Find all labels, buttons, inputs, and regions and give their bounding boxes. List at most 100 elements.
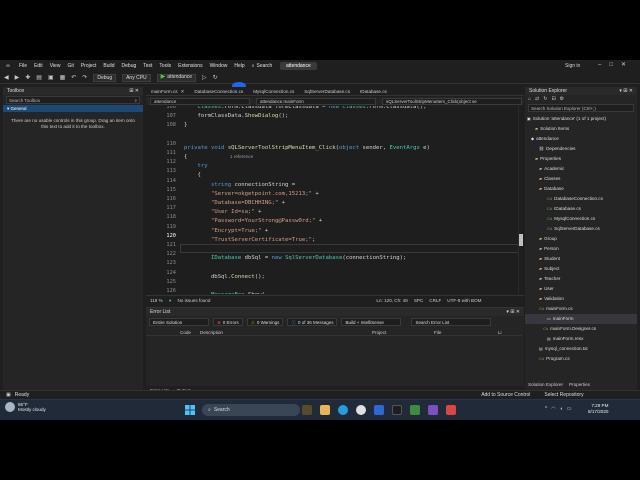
code-line[interactable]: string connectionString =: [184, 182, 295, 188]
windows-start-icon[interactable]: [185, 405, 195, 415]
tree-item[interactable]: ▰ Teacher: [525, 274, 637, 284]
menu-edit[interactable]: Edit: [34, 63, 43, 69]
save-icon[interactable]: ▣: [48, 74, 54, 81]
start-debug-button[interactable]: ▶ attendance: [156, 73, 197, 82]
chevron-up-icon[interactable]: ^: [545, 406, 547, 412]
clock[interactable]: 7:29 PM 8/17/2020: [588, 403, 608, 415]
wifi-icon[interactable]: ◠: [551, 406, 555, 412]
file-explorer-icon[interactable]: [320, 405, 330, 415]
volume-icon[interactable]: ◖: [560, 406, 563, 412]
code-line[interactable]: {: [184, 154, 187, 160]
tree-item[interactable]: C# IDatabase.cs: [525, 204, 637, 214]
configuration-dropdown[interactable]: Debug: [93, 73, 117, 82]
maximize-icon[interactable]: □: [609, 62, 613, 68]
tree-item[interactable]: ▰ Subject: [525, 264, 637, 274]
codelens-reference[interactable]: 1 reference: [230, 154, 253, 159]
menu-window[interactable]: Window: [210, 63, 228, 69]
error-list-search-input[interactable]: Search Error List: [411, 318, 492, 326]
tree-item[interactable]: ▰ Academic: [525, 164, 637, 174]
menu-view[interactable]: View: [50, 63, 61, 69]
code-line[interactable]: "Password=YourStrong@Passw0rd;" +: [184, 218, 322, 224]
widgets-icon[interactable]: [302, 405, 312, 415]
code-line[interactable]: "Database=DBCHHING;" +: [184, 200, 285, 206]
messages-filter[interactable]: ⓘ 0 of 36 Messages: [287, 318, 338, 326]
vertical-scrollbar[interactable]: [518, 106, 524, 294]
column-project[interactable]: Project: [372, 330, 434, 335]
tree-item[interactable]: ▰ Group: [525, 234, 637, 244]
tab-properties[interactable]: Properties: [569, 382, 590, 387]
new-item-icon[interactable]: ✚: [25, 74, 30, 81]
forward-icon[interactable]: ▶: [15, 74, 20, 81]
tree-item[interactable]: ⛓ Dependencies: [525, 144, 637, 154]
close-icon[interactable]: ✕: [181, 87, 185, 96]
refresh-icon[interactable]: ↻: [543, 96, 547, 102]
tree-item[interactable]: ▭ mainForm: [525, 314, 637, 324]
minimize-icon[interactable]: –: [598, 62, 601, 68]
pin-icon[interactable]: ▾ ⊞ ✕: [619, 87, 633, 95]
hot-reload-icon[interactable]: ↻: [213, 74, 218, 81]
menu-test[interactable]: Test: [143, 63, 152, 69]
taskbar-search[interactable]: ⌕ Search: [202, 404, 300, 416]
save-all-icon[interactable]: ▦: [60, 74, 66, 81]
code-line[interactable]: {: [184, 172, 200, 178]
platform-dropdown[interactable]: Any CPU: [122, 73, 151, 82]
tree-item[interactable]: ▰ Classes: [525, 174, 637, 184]
column-description[interactable]: Description: [200, 330, 372, 335]
start-without-debug-icon[interactable]: ▷: [202, 74, 207, 81]
menu-git[interactable]: Git: [67, 63, 73, 69]
tree-item[interactable]: C# mainForm.Designer.cs: [525, 324, 637, 334]
tree-item[interactable]: ▰ Properties: [525, 154, 637, 164]
close-icon[interactable]: ✕: [621, 61, 626, 68]
toolbox-group-general[interactable]: ▾ General: [3, 105, 143, 112]
tab-mainform[interactable]: mainForm.cs ✕: [146, 87, 189, 96]
errors-filter[interactable]: ⊗ 0 Errors: [213, 318, 243, 326]
tree-item[interactable]: ▰ Database: [525, 184, 637, 194]
sync-icon[interactable]: ⇄: [535, 96, 539, 102]
tree-item[interactable]: C# MysqlConnection.cs: [525, 214, 637, 224]
code-line[interactable]: IDatabase dbSql = new SqlServerDatabase(…: [184, 255, 406, 261]
menu-extensions[interactable]: Extensions: [178, 63, 202, 69]
collapse-icon[interactable]: ⊟: [551, 96, 555, 102]
issues-indicator[interactable]: No issues found: [177, 298, 210, 303]
file-encoding[interactable]: UTF-8 with BOM: [447, 298, 481, 303]
indent-mode[interactable]: SPC: [414, 298, 423, 303]
back-icon[interactable]: ◀: [4, 74, 9, 81]
visual-studio-icon[interactable]: [428, 405, 438, 415]
menu-file[interactable]: File: [19, 63, 27, 69]
solution-search-input[interactable]: Search Solution Explorer (Ctrl+;): [528, 104, 634, 112]
undo-icon[interactable]: ↶: [71, 74, 76, 81]
menu-build[interactable]: Build: [103, 63, 114, 69]
weather-widget[interactable]: 86°F Mostly cloudy: [5, 402, 46, 412]
code-line[interactable]: MessageBox.Show(: [184, 292, 265, 294]
tree-item[interactable]: C# mainForm.cs: [525, 304, 637, 314]
scope-dropdown[interactable]: Entire Solution: [149, 318, 209, 326]
pin-icon[interactable]: ▾ ⊞ ✕: [506, 308, 520, 316]
column-file[interactable]: File: [434, 330, 498, 335]
nav-member-dropdown[interactable]: sQLServerToolStripMenuItem_Click(object …: [382, 97, 522, 105]
code-line[interactable]: dbSql.Connect();: [184, 274, 265, 280]
tree-item[interactable]: ▰ User: [525, 284, 637, 294]
redo-icon[interactable]: ↷: [82, 74, 87, 81]
select-repository-button[interactable]: Select Repository: [544, 392, 583, 398]
home-icon[interactable]: ⌂: [528, 96, 531, 102]
tree-item[interactable]: ▰ Student: [525, 254, 637, 264]
tab-sqlserverdatabase[interactable]: SqlServerDatabase.cs: [299, 87, 355, 96]
scrollbar-thumb[interactable]: [519, 234, 523, 246]
store-icon[interactable]: [374, 405, 384, 415]
nav-project-dropdown[interactable]: attendance: [150, 97, 250, 105]
chrome-icon[interactable]: [356, 405, 366, 415]
add-to-source-control-button[interactable]: Add to Source Control: [481, 392, 530, 398]
code-line[interactable]: private void sQLServerToolStripMenuItem_…: [184, 145, 430, 151]
line-ending[interactable]: CRLF: [429, 298, 441, 303]
code-line[interactable]: "Server=okgetpoint.com,15213;" +: [184, 191, 319, 197]
tree-item[interactable]: C# Program.cs: [525, 354, 637, 364]
warnings-filter[interactable]: ⚠ 0 Warnings: [246, 318, 284, 326]
tab-idatabase[interactable]: IDatabase.cs: [355, 87, 392, 96]
code-line[interactable]: "User Id=sa;" +: [184, 209, 262, 215]
code-line[interactable]: Classes.Form.Classdata formClassdata = n…: [184, 106, 426, 110]
settings-icon[interactable]: ⚙: [560, 96, 564, 102]
code-line[interactable]: formClassData.ShowDialog();: [184, 113, 288, 119]
search-menu[interactable]: ⌕ Search: [252, 63, 273, 69]
toolbox-search-input[interactable]: Search Toolbox ⌕: [6, 96, 140, 104]
pin-icon[interactable]: ⊞ ✕: [129, 87, 139, 95]
